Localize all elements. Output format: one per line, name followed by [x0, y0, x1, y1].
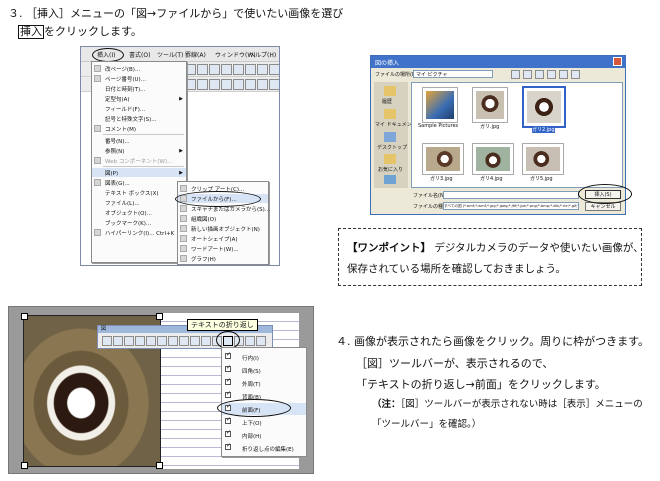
menu-item-autotext[interactable]: 定型句(A) ▶: [92, 94, 186, 103]
dialog-titlebar: 図の挿入: [371, 56, 625, 68]
location-label: ファイルの場所(I):: [375, 72, 418, 78]
step4-line1: ４. 画像が表示されたら画像をクリック。周りに枠がつきます。: [336, 334, 649, 349]
thumb-caption-gari4: ガリ4.jpg: [480, 176, 503, 182]
menu-item-file[interactable]: ファイル(L)...: [92, 198, 186, 207]
menu-item-web-component[interactable]: Web コンポーネント(W)...: [92, 156, 186, 165]
network-icon[interactable]: [384, 175, 396, 184]
insert-boxed-label: 挿入: [18, 25, 44, 39]
wrap-item-inline[interactable]: 行内(I): [222, 351, 306, 363]
menu-item-hyperlink[interactable]: ハイパーリンク(I)... Ctrl+K: [92, 228, 186, 237]
step3-text1: ［挿入］メニューの「図→ファイルから」で使いたい画像を選び: [26, 7, 344, 20]
step3-line2: 挿入 をクリックします。: [18, 24, 142, 39]
highlight-oval-insert: [92, 48, 124, 62]
history-icon[interactable]: [384, 86, 396, 96]
menu-item-symbol[interactable]: 記号と特殊文字(S)...: [92, 114, 186, 123]
step4-text2: ［図］ツールバーが、表示されるので、: [356, 357, 554, 370]
favorites-icon[interactable]: [384, 154, 396, 164]
submenu-item-new-drawing[interactable]: 新しい描画オブジェクト(N): [178, 224, 268, 233]
place-favorites[interactable]: お気に入り: [378, 166, 403, 173]
highlight-oval-from-file: [175, 191, 261, 207]
submenu-item-autoshapes[interactable]: オートシェイプ(A): [178, 234, 268, 243]
thumb-caption-gari3: ガリ3.jpg: [430, 176, 453, 182]
thumb-caption-sample: Sample Pictures: [418, 123, 459, 129]
tooltip-text-wrapping: テキストの折り返し: [187, 319, 258, 331]
onepoint-note-box: 【ワンポイント】 デジタルカメラのデータや使いたい画像が、 保存されている場所を…: [338, 228, 644, 286]
desktop-icon[interactable]: [384, 132, 396, 142]
wrap-item-square[interactable]: 四角(S): [222, 364, 306, 376]
place-desktop[interactable]: デスクトップ: [377, 144, 407, 151]
my-documents-icon[interactable]: [384, 109, 396, 119]
step4-number: ４.: [336, 335, 351, 348]
step3-text2: をクリックします。: [44, 25, 142, 38]
wrap-item-edit-points[interactable]: 折り返し点の編集(E): [222, 442, 306, 454]
menu-tools[interactable]: ツール(T): [157, 50, 183, 59]
thumb-caption-gari2: ガリ2.jpg: [532, 126, 555, 133]
onepoint-text1: デジタルカメラのデータや使いたい画像が、: [434, 242, 644, 254]
highlight-oval-insert-button: [578, 184, 632, 204]
dialog-toolbar: [511, 70, 611, 79]
thumb-gari2-selected[interactable]: [522, 86, 566, 128]
insert-menu-screenshot: 挿入(I) 書式(O) ツール(T) 罫線(A) ウィンドウ(W) ヘルプ(H)…: [80, 46, 280, 266]
menu-item-caption[interactable]: 番号(N)...: [92, 136, 186, 145]
places-bar: 履歴 マイ ドキュメント デスクトップ お気に入り: [374, 82, 417, 188]
menu-item-object[interactable]: オブジェクト(O)...: [92, 208, 186, 217]
location-select[interactable]: マイ ピクチャ: [413, 70, 493, 78]
step4-text1: 画像が表示されたら画像をクリック。周りに枠がつきます。: [354, 335, 650, 348]
step4-note-bold: （注：: [372, 399, 401, 410]
wrap-item-top-bottom[interactable]: 上下(O): [222, 416, 306, 428]
thumb-gari4[interactable]: [472, 143, 514, 175]
file-list-view: Sample Pictures ガリ.jpg ガリ2.jpg ガリ3.jpg ガ…: [411, 82, 623, 188]
menu-item-page-break[interactable]: 改ページ(B)...: [92, 64, 186, 73]
menu-item-field[interactable]: フィールド(F)...: [92, 104, 186, 113]
onepoint-line1: 【ワンポイント】 デジタルカメラのデータや使いたい画像が、: [347, 241, 644, 256]
wrap-item-tight[interactable]: 外周(T): [222, 377, 306, 389]
menu-item-reference[interactable]: 参照(N) ▶: [92, 146, 186, 155]
step4-note-line1: （注：［図］ツールバーが表示されない時は［表示］メニューの: [372, 397, 643, 412]
step3-line1: ３. ［挿入］メニューの「図→ファイルから」で使いたい画像を選び: [8, 6, 343, 21]
close-icon[interactable]: [613, 57, 622, 66]
step4-note2: 「ツールバー」を確認。）: [372, 419, 482, 430]
menu-item-comment[interactable]: コメント(M): [92, 124, 186, 133]
thumb-caption-gari1: ガリ.jpg: [480, 124, 500, 130]
place-history[interactable]: 履歴: [382, 98, 392, 105]
onepoint-text2: 保存されている場所を確認しておきましょう。: [347, 263, 566, 275]
menu-table[interactable]: 罫線(A): [185, 50, 206, 59]
submenu-item-wordart[interactable]: ワードアート(W)...: [178, 244, 268, 253]
thumb-sample-pictures[interactable]: [422, 87, 458, 123]
filename-input[interactable]: [443, 191, 579, 199]
menu-item-diagram[interactable]: 図表(G)...: [92, 178, 186, 187]
submenu-item-org-chart[interactable]: 組織図(O): [178, 214, 268, 223]
menu-item-page-number[interactable]: ページ番号(U)...: [92, 74, 186, 83]
wrap-item-through[interactable]: 内部(H): [222, 429, 306, 441]
menu-help[interactable]: ヘルプ(H): [249, 50, 276, 59]
picture-toolbar-screenshot: 図 テキストの折り返し 行内(I) 四角(S) 外周(T) 背面(B) 前面(F…: [8, 306, 314, 474]
menu-item-date-time[interactable]: 日付と時刻(T)...: [92, 84, 186, 93]
step3-number: ３.: [8, 7, 23, 20]
insert-dropdown-menu: 改ページ(B)... ページ番号(U)... 日付と時刻(T)... 定型句(A…: [91, 61, 187, 263]
filetype-select[interactable]: すべての図 (*.emf;*.wmf;*.jpg;*.jpeg;*.jfif;*…: [443, 202, 579, 210]
thumb-caption-gari5: ガリ5.jpg: [530, 176, 553, 182]
dialog-title: 図の挿入: [375, 60, 400, 67]
submenu-item-chart[interactable]: グラフ(H): [178, 254, 268, 263]
onepoint-label: 【ワンポイント】: [347, 242, 431, 254]
menu-item-textbox[interactable]: テキスト ボックス(X)▶: [92, 188, 186, 197]
thumb-gari3[interactable]: [422, 143, 464, 175]
step4-text3: 「テキストの折り返し→前面」をクリックします。: [356, 378, 606, 391]
step4-note1: ［図］ツールバーが表示されない時は［表示］メニューの: [400, 399, 643, 410]
thumb-gari5[interactable]: [522, 143, 564, 175]
menu-item-picture[interactable]: 図(P) ▶: [92, 168, 186, 177]
menu-format[interactable]: 書式(O): [129, 50, 150, 59]
thumb-gari1[interactable]: [472, 87, 508, 123]
menu-item-bookmark[interactable]: ブックマーク(K)...: [92, 218, 186, 227]
highlight-oval-in-front: [217, 399, 291, 417]
